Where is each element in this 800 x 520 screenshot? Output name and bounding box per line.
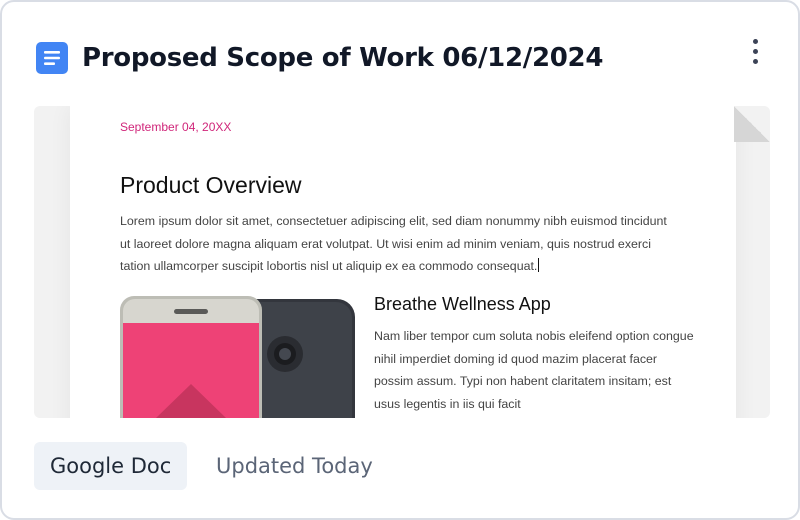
- more-vertical-icon: [752, 38, 758, 44]
- google-docs-icon: [36, 42, 68, 74]
- phone-illustration: [120, 296, 355, 418]
- document-page: September 04, 20XX Product Overview Lore…: [70, 106, 736, 418]
- updated-timestamp: Updated Today: [216, 454, 373, 478]
- document-subheading: Breathe Wellness App: [374, 294, 551, 314]
- document-heading: Product Overview: [120, 172, 302, 198]
- card-title[interactable]: Proposed Scope of Work 06/12/2024: [82, 40, 603, 76]
- document-paragraph: Lorem ipsum dolor sit amet, consectetuer…: [120, 214, 667, 273]
- document-preview[interactable]: September 04, 20XX Product Overview Lore…: [34, 106, 770, 418]
- document-subparagraph: Nam liber tempor cum soluta nobis eleife…: [374, 329, 694, 411]
- text-cursor: [538, 258, 540, 272]
- document-date: September 04, 20XX: [120, 120, 232, 134]
- document-card[interactable]: Proposed Scope of Work 06/12/2024 Septem…: [0, 0, 800, 520]
- more-options-button[interactable]: [740, 35, 770, 67]
- page-fold-corner: [734, 106, 770, 142]
- document-type-badge: Google Doc: [34, 442, 188, 490]
